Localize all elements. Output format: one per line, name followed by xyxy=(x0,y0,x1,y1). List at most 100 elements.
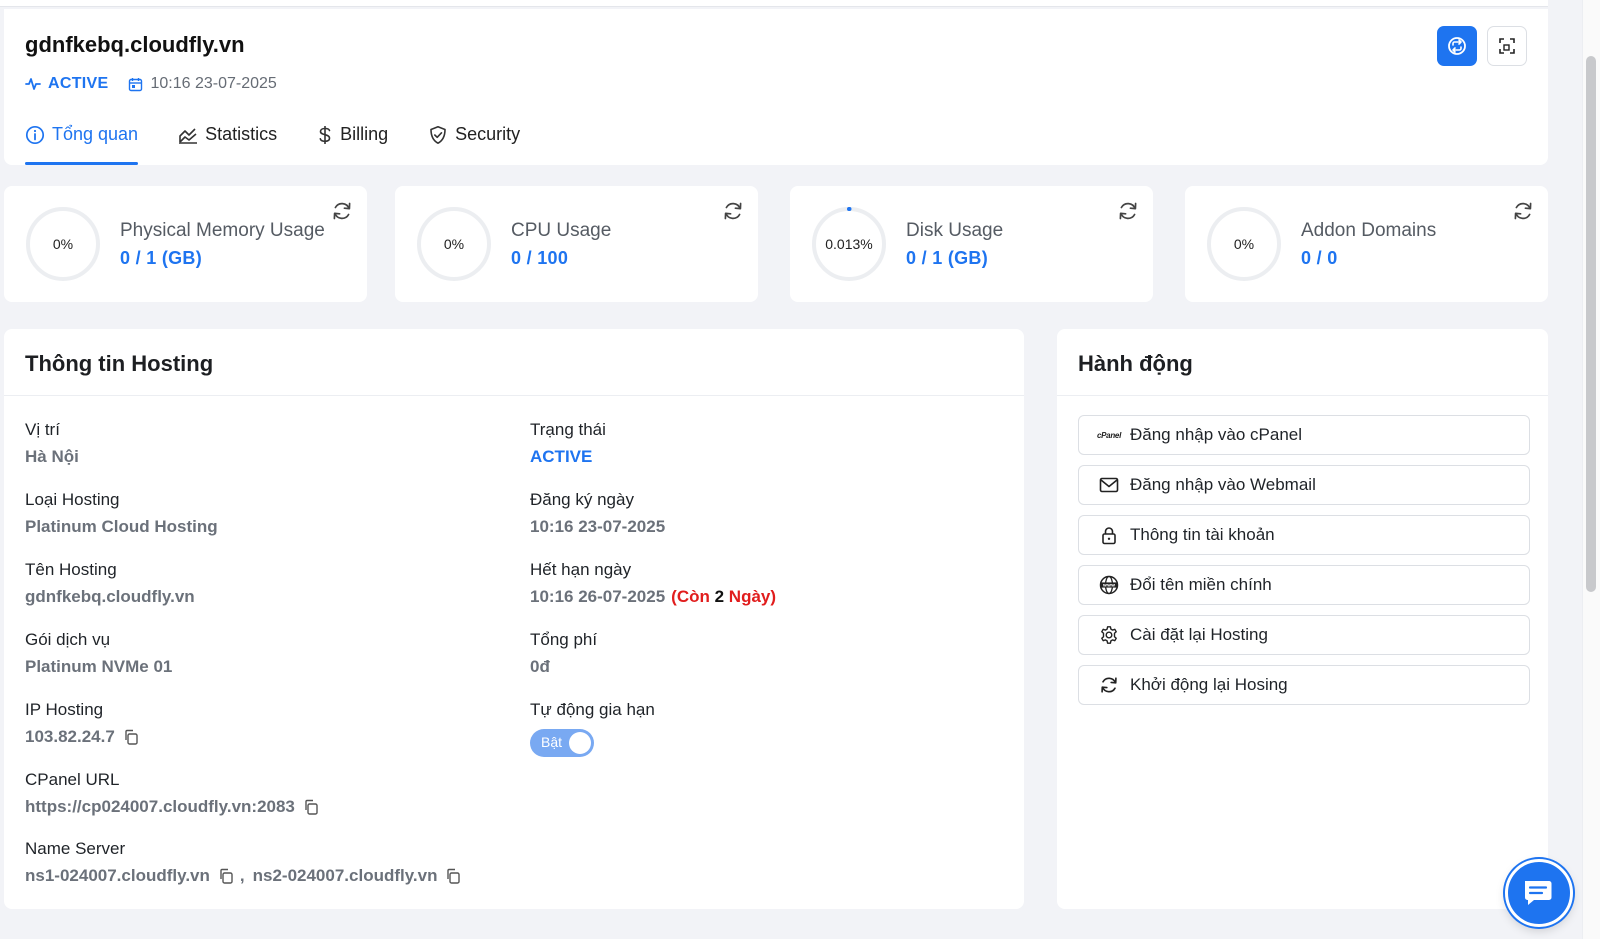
field-label: Tên Hosting xyxy=(25,560,117,579)
svg-text:www: www xyxy=(1103,584,1115,589)
header-card: gdnfkebq.cloudfly.vn ACTIVE 10:16 23-07-… xyxy=(4,9,1548,165)
action-cpanel-login[interactable]: cPanel Đăng nhập vào cPanel xyxy=(1078,415,1530,455)
field-hosting-name: Tên Hosting gdnfkebq.cloudfly.vn xyxy=(25,560,195,607)
remaining-days: (Còn 2 Ngày) xyxy=(671,587,777,606)
lock-icon xyxy=(1098,526,1120,545)
section-title: Thông tin Hosting xyxy=(25,351,214,376)
globe-www-icon: www xyxy=(1098,575,1120,595)
field-hosting-type: Loại Hosting Platinum Cloud Hosting xyxy=(25,490,218,537)
field-ip: IP Hosting 103.82.24.7 xyxy=(25,700,139,747)
status-row: ACTIVE 10:16 23-07-2025 xyxy=(25,75,277,93)
refresh-button[interactable] xyxy=(1115,198,1141,224)
status-badge: ACTIVE xyxy=(25,75,108,93)
tab-overview[interactable]: Tổng quan xyxy=(25,121,139,165)
field-label: Tự động gia hạn xyxy=(530,700,655,719)
action-label: Khởi động lại Hosing xyxy=(1130,675,1288,694)
action-account-info[interactable]: Thông tin tài khoản xyxy=(1078,515,1530,555)
dollar-icon xyxy=(319,126,331,144)
divider xyxy=(4,395,1024,396)
field-label: Gói dịch vụ xyxy=(25,630,111,649)
field-expires: Hết hạn ngày 10:16 26-07-2025 (Còn 2 Ngà… xyxy=(530,560,776,607)
page-title: gdnfkebq.cloudfly.vn xyxy=(25,32,245,57)
field-cpanel-url: CPanel URL https://cp024007.cloudfly.vn:… xyxy=(25,770,319,817)
action-label: Đăng nhập vào cPanel xyxy=(1130,425,1303,444)
tab-statistics[interactable]: Statistics xyxy=(178,121,277,165)
action-change-main-domain[interactable]: www Đổi tên miền chính xyxy=(1078,565,1530,605)
stat-title: CPU Usage xyxy=(511,220,612,241)
stat-value: 0 / 1 (GB) xyxy=(120,248,203,268)
refresh-icon xyxy=(1098,675,1120,695)
refresh-button[interactable] xyxy=(720,198,746,224)
action-reinstall-hosting[interactable]: Cài đặt lại Hosting xyxy=(1078,615,1530,655)
refresh-button[interactable] xyxy=(1510,198,1536,224)
scrollbar-thumb[interactable] xyxy=(1586,56,1596,592)
status-text: ACTIVE xyxy=(48,75,109,92)
refresh-icon xyxy=(1119,202,1137,220)
calendar-icon xyxy=(129,77,143,91)
ns1-value: ns1-024007.cloudfly.vn xyxy=(25,866,210,885)
refresh-button[interactable] xyxy=(329,198,355,224)
field-label: Loại Hosting xyxy=(25,490,120,509)
field-value: gdnfkebq.cloudfly.vn xyxy=(25,587,195,606)
chat-icon xyxy=(1525,881,1552,905)
actions-card: Hành động cPanel Đăng nhập vào cPanel Đă… xyxy=(1057,329,1548,909)
sync-button[interactable] xyxy=(1437,26,1477,66)
tab-label: Security xyxy=(455,124,521,144)
field-label: Tổng phí xyxy=(530,630,598,649)
scrollbar[interactable] xyxy=(1582,0,1600,939)
ns-separator: , xyxy=(239,866,245,885)
divider xyxy=(1057,395,1548,396)
field-label: Trạng thái xyxy=(530,420,606,439)
field-auto-renew: Tự động gia hạn Bật xyxy=(530,700,655,757)
action-label: Cài đặt lại Hosting xyxy=(1130,625,1268,644)
stat-title: Disk Usage xyxy=(906,220,1004,241)
stat-card-addon-domains: 0% Addon Domains 0 / 0 xyxy=(1185,186,1548,302)
actions-list: cPanel Đăng nhập vào cPanel Đăng nhập và… xyxy=(1078,415,1530,715)
field-value: 10:16 26-07-2025 (Còn 2 Ngày) xyxy=(530,587,776,607)
usage-percent: 0% xyxy=(1233,236,1255,252)
toggle-knob xyxy=(569,732,591,754)
field-value: Platinum Cloud Hosting xyxy=(25,517,218,536)
stat-title: Physical Memory Usage xyxy=(120,220,325,241)
cpanel-url-value: https://cp024007.cloudfly.vn:2083 xyxy=(25,797,295,816)
action-label: Đăng nhập vào Webmail xyxy=(1130,475,1316,494)
chat-button[interactable] xyxy=(1505,859,1573,927)
sync-icon xyxy=(1448,37,1466,55)
hosting-info-card: Thông tin Hosting Vị trí Hà Nội Loại Hos… xyxy=(4,329,1024,909)
ip-value: 103.82.24.7 xyxy=(25,727,115,746)
field-registered: Đăng ký ngày 10:16 23-07-2025 xyxy=(530,490,665,537)
tab-billing[interactable]: Billing xyxy=(317,121,388,165)
usage-percent: 0.013% xyxy=(825,236,873,252)
refresh-icon xyxy=(333,202,351,220)
field-plan: Gói dịch vụ Platinum NVMe 01 xyxy=(25,630,172,677)
field-label: Vị trí xyxy=(25,420,60,439)
info-circle-icon xyxy=(25,125,45,145)
field-name-server: Name Server ns1-024007.cloudfly.vn , ns2… xyxy=(25,839,461,886)
action-label: Thông tin tài khoản xyxy=(1130,525,1275,544)
expand-button[interactable] xyxy=(1487,26,1527,66)
field-label: CPanel URL xyxy=(25,770,120,789)
field-value: https://cp024007.cloudfly.vn:2083 xyxy=(25,797,319,817)
field-label: IP Hosting xyxy=(25,700,104,719)
ns2-value: ns2-024007.cloudfly.vn xyxy=(252,866,438,885)
copy-icon[interactable] xyxy=(123,729,139,745)
stat-card-disk: 0.013% Disk Usage 0 / 1 (GB) xyxy=(790,186,1153,302)
action-webmail-login[interactable]: Đăng nhập vào Webmail xyxy=(1078,465,1530,505)
usage-percent: 0% xyxy=(52,236,74,252)
refresh-icon xyxy=(724,202,742,220)
copy-icon[interactable] xyxy=(218,868,234,884)
field-value: Platinum NVMe 01 xyxy=(25,657,173,676)
section-title: Hành động xyxy=(1078,351,1193,376)
area-chart-icon xyxy=(179,128,198,144)
field-value: Hà Nội xyxy=(25,447,79,466)
action-restart-hosting[interactable]: Khởi động lại Hosing xyxy=(1078,665,1530,705)
tab-security[interactable]: Security xyxy=(428,121,520,165)
action-label: Đổi tên miền chính xyxy=(1130,575,1272,594)
copy-icon[interactable] xyxy=(303,799,319,815)
scan-icon xyxy=(1499,38,1515,54)
auto-renew-toggle[interactable]: Bật xyxy=(530,729,594,757)
stat-card-memory: 0% Physical Memory Usage 0 / 1 (GB) xyxy=(4,186,367,302)
stat-card-cpu: 0% CPU Usage 0 / 100 xyxy=(395,186,758,302)
copy-icon[interactable] xyxy=(445,868,461,884)
stat-value: 0 / 100 xyxy=(511,248,569,268)
